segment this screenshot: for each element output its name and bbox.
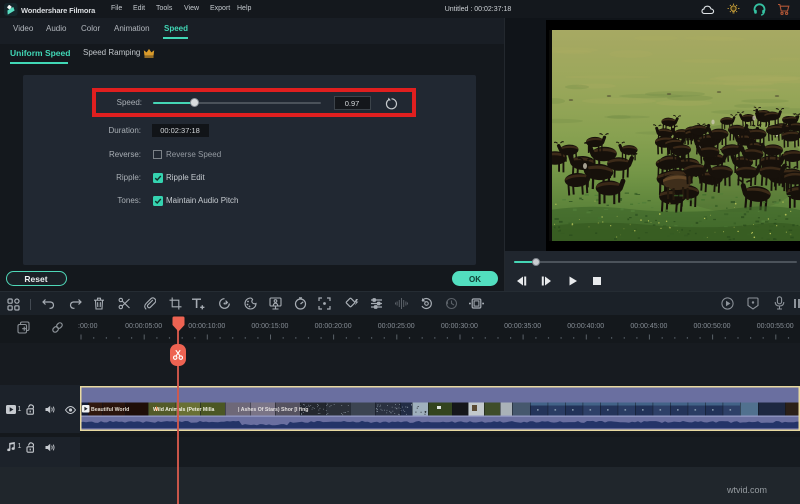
svg-text:| Ashes Of Stars) Shor [I fing: | Ashes Of Stars) Shor [I fing — [238, 407, 308, 413]
svg-text:Beautiful World: Beautiful World — [91, 407, 129, 413]
svg-text:Wild Animals (Peter Milla: Wild Animals (Peter Milla — [153, 407, 215, 413]
